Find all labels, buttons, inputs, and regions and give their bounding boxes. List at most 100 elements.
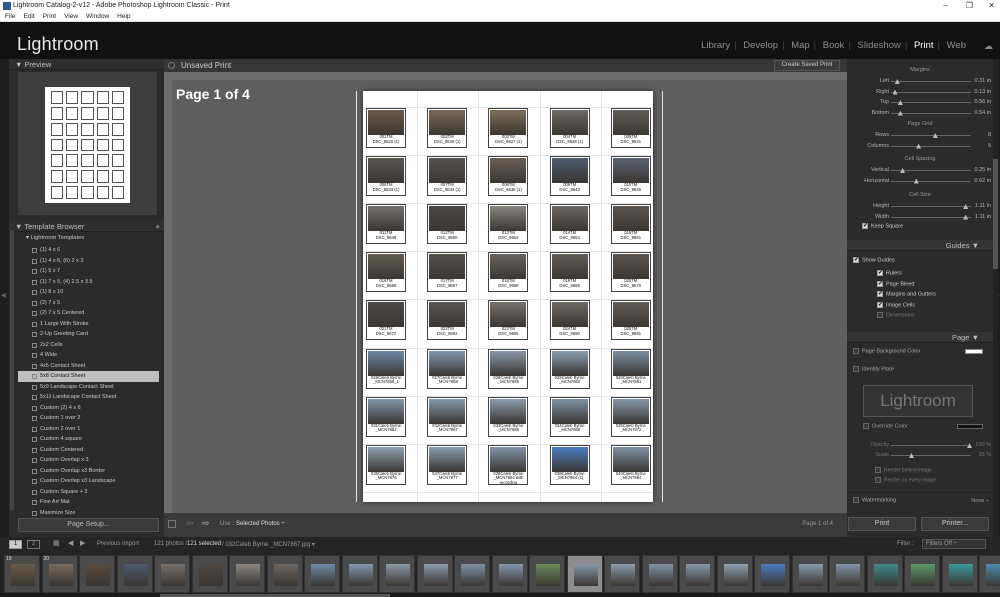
watermarking-checkbox[interactable]: Watermarking — [853, 497, 896, 503]
module-develop[interactable]: Develop — [743, 40, 778, 51]
photo-cell[interactable]: 030Caleb Byrne _MCN7861 — [610, 348, 651, 389]
photo-cell[interactable]: 025TM DSC_8691 — [610, 300, 651, 341]
filmstrip-thumbnail[interactable] — [229, 555, 265, 593]
main-window-tab[interactable]: 1 — [9, 540, 22, 549]
photo-cell[interactable]: 031Caleb Byrne _MCN7862 — [366, 396, 406, 437]
filmstrip-thumbnail[interactable] — [604, 555, 640, 593]
filmstrip-thumbnail[interactable] — [529, 555, 565, 593]
photo-cell[interactable]: 037Caleb Byrne _MCN7877 — [427, 444, 468, 485]
photo-cell[interactable]: 017TM DSC_8667 — [427, 252, 468, 293]
previous-page-icon[interactable]: ⇦ — [186, 518, 194, 529]
secondary-window-tab[interactable]: 2 — [27, 540, 40, 549]
page-background-swatch[interactable] — [965, 349, 983, 354]
template-item[interactable]: Custom Overlap x 3 — [18, 455, 159, 466]
source-label[interactable]: Previous Import — [97, 541, 139, 547]
photo-cell[interactable]: 020TM DSC_8670 — [610, 252, 651, 293]
menu-file[interactable]: File — [5, 12, 15, 22]
photo-cell[interactable]: 002TM DSC_8626 (1) — [427, 108, 468, 148]
photo-cell[interactable]: 024TM DSC_8690 — [549, 300, 590, 341]
photo-cell[interactable]: 005TM DSC_8631 — [610, 108, 651, 148]
template-item[interactable]: Custom Centered — [18, 445, 159, 456]
template-item[interactable]: Custom Overlap x3 Border — [18, 466, 159, 477]
photo-cell[interactable]: 019TM DSC_8669 — [549, 252, 590, 293]
photo-cell[interactable]: 011TM DSC_8649 — [366, 204, 406, 245]
forward-arrow-icon[interactable]: ▶ — [80, 539, 85, 547]
photo-cell[interactable]: 039Caleb Byrne _MCN7884 (1) — [549, 444, 590, 485]
watermark-dropdown[interactable]: None ÷ — [971, 498, 989, 504]
template-item[interactable]: 4x5 Contact Sheet — [18, 361, 159, 372]
photo-cell[interactable]: 021TM DSC_8672 — [366, 300, 406, 341]
template-item[interactable]: Fine Art Mat — [18, 497, 159, 508]
template-item[interactable]: Custom Square + 2 — [18, 487, 159, 498]
photo-cell[interactable]: 007TM DSC_8634 (1) — [427, 156, 468, 197]
filmstrip-thumbnail[interactable] — [941, 555, 978, 593]
guides-panel-header[interactable]: Guides ▼ — [847, 240, 993, 251]
photo-cell[interactable]: 014TM DSC_8654 — [549, 204, 590, 245]
photo-cell[interactable]: 028Caleb Byrne _MCN7859 — [488, 348, 529, 389]
template-item[interactable]: Custom 1 over 2 — [18, 413, 159, 424]
filmstrip-thumbnail[interactable] — [716, 555, 753, 593]
template-item[interactable]: 4 Wide — [18, 350, 159, 361]
filmstrip-thumbnail[interactable] — [79, 555, 115, 593]
left-panel-collapse-icon[interactable]: ◀ — [1, 292, 6, 299]
filter-dropdown[interactable]: Filters Off ÷ — [922, 539, 986, 549]
filmstrip-thumbnail[interactable] — [154, 555, 190, 593]
minimize-button[interactable]: – — [944, 1, 948, 10]
filmstrip-scrollbar[interactable] — [0, 593, 1000, 597]
photo-cell[interactable]: 001TM DSC_8620 (1) — [366, 108, 406, 148]
menu-edit[interactable]: Edit — [23, 12, 34, 22]
photo-cell[interactable]: 038Caleb Byrne _MCN7884 with recording — [488, 444, 529, 485]
photo-cell[interactable]: 012TM DSC_8650 — [427, 204, 468, 245]
filmstrip-thumbnail[interactable] — [304, 555, 340, 593]
create-saved-print-button[interactable]: Create Saved Print — [774, 60, 840, 71]
grid-view-icon[interactable]: ▦ — [53, 539, 60, 547]
maximize-button[interactable]: ❐ — [966, 1, 973, 10]
filmstrip-thumbnail[interactable] — [829, 555, 865, 593]
photo-cell[interactable]: 026Caleb Byrne _MCN7856_1 — [366, 348, 406, 389]
cloud-sync-icon[interactable]: ☁ — [984, 41, 996, 51]
identity-plate-preview[interactable]: Lightroom — [863, 385, 973, 417]
filmstrip-thumbnail[interactable] — [679, 555, 715, 593]
photo-cell[interactable]: 013TM DSC_8652 — [488, 204, 529, 245]
render-every-checkbox[interactable]: Render on every image — [875, 477, 936, 483]
template-item[interactable]: Custom Overlap x3 Landscape — [18, 476, 159, 487]
photo-cell[interactable]: 040Caleb Byrne _MCN7884 — [610, 444, 651, 485]
guide-checkbox-rulers[interactable]: Rulers — [877, 269, 902, 276]
module-slideshow[interactable]: Slideshow — [858, 40, 901, 51]
template-item[interactable]: 1 Large With Stroke — [18, 319, 159, 330]
guide-checkbox-margins-and-gutters[interactable]: Margins and Gutters — [877, 290, 936, 297]
photo-cell[interactable]: 015TM DSC_8661 — [610, 204, 651, 245]
template-item[interactable]: 5x8 Contact Sheet — [18, 371, 159, 382]
filmstrip-thumbnail[interactable] — [341, 555, 378, 593]
menu-help[interactable]: Help — [117, 12, 130, 22]
photo-cell[interactable]: 035Caleb Byrne _MCN7872 — [610, 396, 651, 437]
module-web[interactable]: Web — [947, 40, 966, 51]
render-behind-checkbox[interactable]: Render behind image — [875, 467, 932, 473]
filmstrip-thumbnail[interactable] — [379, 555, 415, 593]
template-item[interactable]: Custom 4 square — [18, 434, 159, 445]
menu-print[interactable]: Print — [43, 12, 56, 22]
add-template-icon[interactable]: + — [156, 221, 160, 232]
template-browser-header[interactable]: ▼ Template Browser + — [9, 221, 164, 232]
photo-cell[interactable]: 008TM DSC_8636 (1) — [488, 156, 529, 197]
template-item[interactable]: (2) 7 x 5 Centered — [18, 308, 159, 319]
photo-cell[interactable]: 036Caleb Byrne _MCN7876 — [366, 444, 406, 485]
filmstrip-thumbnail[interactable]: 20 — [41, 555, 78, 593]
guide-checkbox-image-cells[interactable]: Image Cells — [877, 301, 915, 308]
page-setup-button[interactable]: Page Setup... — [18, 518, 159, 532]
module-print[interactable]: Print — [914, 40, 934, 51]
filmstrip-thumbnail[interactable] — [416, 555, 453, 593]
module-library[interactable]: Library — [701, 40, 730, 51]
guide-checkbox-page-bleed[interactable]: Page Bleed — [877, 280, 914, 287]
menu-window[interactable]: Window — [86, 12, 109, 22]
template-item[interactable]: (1) 7 x 5, (4) 2.5 x 3.5 — [18, 277, 159, 288]
menu-view[interactable]: View — [64, 12, 78, 22]
filmstrip-thumbnail[interactable] — [116, 555, 153, 593]
filmstrip-thumbnail[interactable] — [641, 555, 678, 593]
photo-cell[interactable]: 016TM DSC_8666 — [366, 252, 406, 293]
printer-button[interactable]: Printer... — [921, 517, 989, 531]
template-item[interactable]: (2) 7 x 5 — [18, 298, 159, 309]
page-panel-header[interactable]: Page ▼ — [847, 332, 993, 343]
module-map[interactable]: Map — [791, 40, 809, 51]
photo-cell[interactable]: 032Caleb Byrne _MCN7867 — [427, 396, 468, 437]
